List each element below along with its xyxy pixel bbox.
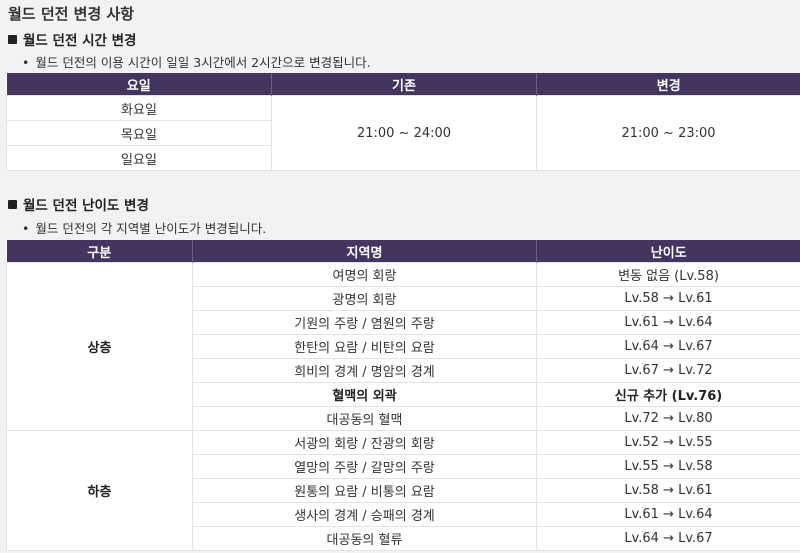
header-area: 지역명 xyxy=(192,240,537,263)
difficulty-table-header: 구분 지역명 난이도 xyxy=(6,240,800,263)
bullet-time-text: 월드 던전의 이용 시간이 일일 3시간에서 2시간으로 변경됩니다. xyxy=(35,55,371,70)
header-group: 구분 xyxy=(6,240,193,263)
level-cell: Lv.61 → Lv.64 xyxy=(536,310,800,335)
before-cell: 21:00 ~ 24:00 xyxy=(271,95,537,171)
time-table-header: 요일 기존 변경 xyxy=(6,73,800,96)
level-cell: Lv.58 → Lv.61 xyxy=(536,286,800,311)
section-title-difficulty-text: 월드 던전 난이도 변경 xyxy=(23,198,149,214)
area-cell: 열망의 주랑 / 갈망의 주랑 xyxy=(192,454,537,479)
level-cell: Lv.58 → Lv.61 xyxy=(536,478,800,503)
after-cell: 21:00 ~ 23:00 xyxy=(536,95,800,171)
group-cell: 상층 xyxy=(6,262,193,431)
level-cell: Lv.64 → Lv.67 xyxy=(536,526,800,551)
area-cell: 여명의 회랑 xyxy=(192,262,537,287)
dot-bullet-icon: • xyxy=(22,55,30,70)
area-cell: 서광의 회랑 / 잔광의 회랑 xyxy=(192,430,537,455)
area-cell: 광명의 회랑 xyxy=(192,286,537,311)
area-cell: 생사의 경계 / 승패의 경계 xyxy=(192,502,537,527)
bullet-difficulty-text: 월드 던전의 각 지역별 난이도가 변경됩니다. xyxy=(35,221,267,236)
square-bullet-icon xyxy=(8,34,17,44)
area-cell: 희비의 경계 / 명암의 경계 xyxy=(192,358,537,383)
day-cell: 목요일 xyxy=(6,120,272,146)
header-before: 기존 xyxy=(271,73,537,96)
day-cell: 일요일 xyxy=(6,145,272,171)
time-table: 요일 기존 변경 화요일 21:00 ~ 24:00 21:00 ~ 23:00… xyxy=(6,73,800,171)
area-cell: 원통의 요람 / 비통의 요람 xyxy=(192,478,537,503)
level-cell: 신규 추가 (Lv.76) xyxy=(536,382,800,407)
section-title-time-text: 월드 던전 시간 변경 xyxy=(23,33,137,49)
table-row: 화요일 21:00 ~ 24:00 21:00 ~ 23:00 xyxy=(6,95,800,171)
section-title-time: 월드 던전 시간 변경 xyxy=(8,29,136,49)
level-cell: 변동 없음 (Lv.58) xyxy=(536,262,800,287)
area-cell: 혈맥의 외곽 xyxy=(192,382,537,407)
level-cell: Lv.52 → Lv.55 xyxy=(536,430,800,455)
bullet-difficulty: • 월드 던전의 각 지역별 난이도가 변경됩니다. xyxy=(22,218,266,237)
section-title-difficulty: 월드 던전 난이도 변경 xyxy=(8,194,149,214)
level-cell: Lv.67 → Lv.72 xyxy=(536,358,800,383)
square-bullet-icon xyxy=(8,199,17,209)
level-cell: Lv.55 → Lv.58 xyxy=(536,454,800,479)
difficulty-table: 구분 지역명 난이도 상층 여명의 회랑 변동 없음 (Lv.58) 광명의 회랑 Lv… xyxy=(6,240,800,551)
header-after: 변경 xyxy=(536,73,800,96)
bullet-time: • 월드 던전의 이용 시간이 일일 3시간에서 2시간으로 변경됩니다. xyxy=(22,52,371,71)
day-cell: 화요일 xyxy=(6,95,272,121)
level-cell: Lv.64 → Lv.67 xyxy=(536,334,800,359)
header-day: 요일 xyxy=(6,73,272,96)
area-cell: 한탄의 요람 / 비탄의 요람 xyxy=(192,334,537,359)
table-row: 상층 여명의 회랑 변동 없음 (Lv.58) xyxy=(6,262,800,431)
area-cell: 기원의 주랑 / 염원의 주랑 xyxy=(192,310,537,335)
level-cell: Lv.72 → Lv.80 xyxy=(536,406,800,431)
dot-bullet-icon: • xyxy=(22,221,30,236)
header-level: 난이도 xyxy=(536,240,800,263)
page-title: 월드 던전 변경 사항 xyxy=(8,5,135,23)
table-row: 하층 서광의 회랑 / 잔광의 회랑 Lv.52 → Lv.55 xyxy=(6,430,800,551)
level-cell: Lv.61 → Lv.64 xyxy=(536,502,800,527)
difficulty-table-body: 상층 여명의 회랑 변동 없음 (Lv.58) 광명의 회랑 Lv.58 → Lv.61… xyxy=(6,262,800,551)
area-cell: 대공동의 혈류 xyxy=(192,526,537,551)
area-cell: 대공동의 혈맥 xyxy=(192,406,537,431)
group-cell: 하층 xyxy=(6,430,193,551)
